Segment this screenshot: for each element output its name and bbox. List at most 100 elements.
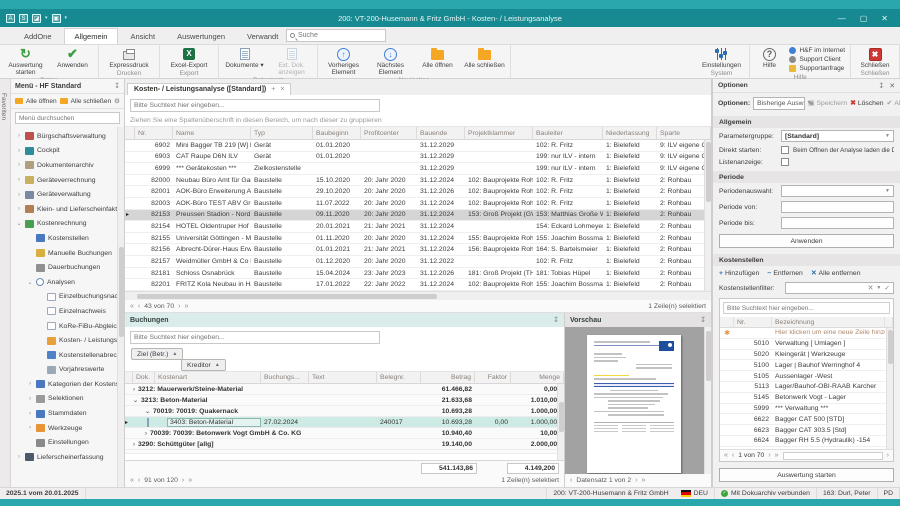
column-header[interactable]: Nr.: [135, 127, 173, 140]
group-row[interactable]: ⌄3213: Beton-Material 21.633,681.010,000: [125, 395, 564, 406]
sidebar-tree-item[interactable]: › Werkzeuge: [11, 421, 124, 436]
excel-export-button[interactable]: X Excel-Export: [162, 45, 216, 70]
apply-filter-icon[interactable]: ✓: [884, 284, 890, 293]
anwenden-button[interactable]: Anwenden: [719, 234, 894, 248]
subgroup-row[interactable]: ⌄70019: 70019: Quakernack 10.693,281.000…: [125, 406, 564, 417]
maximize-button[interactable]: ▢: [860, 14, 868, 23]
subgroup-row[interactable]: ›70039: 70039: Betonwerk Vogt GmbH & Co.…: [125, 428, 564, 439]
sidebar-tree-item[interactable]: › Stammdaten: [11, 406, 124, 421]
table-row[interactable]: 82154 HOTEL Oldentruper Hof - N... Baust…: [125, 221, 711, 233]
pager-first-icon[interactable]: «: [130, 477, 134, 484]
sidebar-tree-item[interactable]: Manuelle Buchungen: [11, 246, 124, 261]
sidebar-tree-item[interactable]: Einzelnachweis: [11, 304, 124, 319]
support-client-button[interactable]: Support Client: [789, 56, 845, 63]
pager-next-icon[interactable]: ›: [178, 303, 180, 310]
grid-search[interactable]: [130, 99, 380, 112]
pager-filterbox[interactable]: [783, 452, 883, 460]
expander-icon[interactable]: ›: [16, 162, 22, 168]
ribbon-tab[interactable]: Auswertungen: [167, 29, 235, 44]
sidebar-search[interactable]: [15, 112, 120, 124]
expander-icon[interactable]: ›: [27, 396, 33, 402]
kostenstellen-row[interactable]: 5020 Kleingerät | Werkzeuge: [720, 350, 893, 361]
group-chip-kreditor[interactable]: Kreditor▲: [181, 359, 226, 371]
periodenauswahl-dropdown[interactable]: ▼: [781, 185, 894, 197]
kostenstellen-scrollbar[interactable]: [886, 328, 893, 449]
hinzufuegen-button[interactable]: +Hinzufügen: [719, 270, 759, 277]
column-header[interactable]: Typ: [251, 127, 313, 140]
table-row[interactable]: 82181 Schloss Osnabrück Baustelle 15.04.…: [125, 268, 711, 280]
sidebar-tree-item[interactable]: Vorjahreswerte: [11, 363, 124, 378]
preset-dropdown[interactable]: Bisherige Ausw▼: [753, 97, 805, 110]
expander-icon[interactable]: ⌄: [27, 279, 33, 286]
save-icon[interactable]: ▣: [52, 14, 61, 23]
sidebar-tree-item[interactable]: ⌄ Kostenrechnung: [11, 217, 124, 232]
dokumente-button[interactable]: Dokumente ▾: [221, 45, 268, 77]
pager-first-icon[interactable]: «: [724, 452, 728, 459]
add-tab-icon[interactable]: +: [271, 86, 275, 93]
periode-bis-input[interactable]: [781, 217, 894, 229]
column-header[interactable]: Bauende: [417, 127, 465, 140]
table-row[interactable]: 82156 Albrecht-Dürer-Haus Erweit... Baus…: [125, 244, 711, 256]
ribbon-tab[interactable]: Ansicht: [120, 29, 165, 44]
column-header[interactable]: Nr.: [734, 317, 772, 328]
column-header[interactable]: Projektklammer: [465, 127, 533, 140]
pin-icon[interactable]: ↧: [878, 82, 884, 90]
pager-next-icon[interactable]: ›: [635, 477, 637, 484]
column-header[interactable]: Kostenart: [155, 372, 261, 384]
pager-prev-icon[interactable]: ‹: [570, 477, 572, 484]
sidebar-tree-item[interactable]: › Dokumentenarchiv: [11, 158, 124, 173]
sidebar-tree-item[interactable]: Kostenstellen: [11, 231, 124, 246]
table-row[interactable]: 6999 *** Gerätekosten *** Zielkostenstel…: [125, 163, 711, 175]
table-row[interactable]: 6903 CAT Raupe D6N ILV Gerät 01.01.2020 …: [125, 152, 711, 164]
grid-scrollbar[interactable]: [704, 140, 711, 291]
sidebar-tree-item[interactable]: › Klein- und Lieferscheinfaktura: [11, 202, 124, 217]
sidebar-tree-item[interactable]: Dauerbuchungen: [11, 260, 124, 275]
close-panel-icon[interactable]: ✕: [889, 82, 895, 90]
expander-icon[interactable]: ›: [16, 192, 22, 198]
pager-last-icon[interactable]: »: [641, 477, 645, 484]
column-header[interactable]: Profitcenter: [361, 127, 417, 140]
open-dropdown-icon[interactable]: ▾: [45, 15, 48, 21]
buchungen-scrollbar[interactable]: [557, 384, 564, 460]
ribbon-search[interactable]: [286, 29, 386, 42]
expander-icon[interactable]: ›: [16, 454, 22, 460]
expander-icon[interactable]: ›: [16, 206, 22, 212]
kostenstellen-row[interactable]: 5010 Verwaltung [ Umlagen ]: [720, 339, 893, 350]
column-header[interactable]: Name: [173, 127, 251, 140]
column-header[interactable]: Text: [309, 372, 377, 384]
supportanfrage-button[interactable]: Supportanfrage: [789, 65, 845, 72]
sidebar-tree-item[interactable]: ⌄ Analysen: [11, 275, 124, 290]
minimize-button[interactable]: —: [838, 14, 846, 23]
direkt-starten-checkbox[interactable]: [781, 146, 789, 154]
sidebar-tree-item[interactable]: › Cockpit: [11, 144, 124, 159]
alle-oeffnen-button[interactable]: Alle öffnen: [414, 45, 461, 77]
grid-hscrollbar[interactable]: [125, 291, 711, 300]
pager-next-icon[interactable]: ›: [182, 477, 184, 484]
sidebar-open-all-button[interactable]: Alle öffnen: [26, 98, 57, 105]
column-header[interactable]: Niederlassung: [603, 127, 657, 140]
language-indicator[interactable]: DEU: [675, 488, 715, 499]
favorites-side-tab[interactable]: Favoriten: [0, 79, 11, 487]
hilfe-button[interactable]: ? Hilfe: [752, 45, 786, 74]
group-row[interactable]: ›3290: Schüttgüter [allg] 19.140,002.000…: [125, 439, 564, 450]
pin-icon[interactable]: ↧: [553, 316, 559, 324]
column-header[interactable]: Menge: [511, 372, 564, 384]
kostenstellen-search[interactable]: [723, 302, 890, 314]
pager-prev-icon[interactable]: ‹: [138, 303, 140, 310]
kostenstellen-row[interactable]: 5100 Lager | Bauhof Werringhof 4: [720, 360, 893, 371]
column-header[interactable]: Sparte: [657, 127, 711, 140]
table-row[interactable]: 82001 AOK-Büro Erweiterung Abs... Bauste…: [125, 186, 711, 198]
anwenden-button[interactable]: ✔ Anwenden: [49, 45, 96, 77]
buchungen-search[interactable]: [130, 331, 380, 344]
document-tab[interactable]: Kosten- / Leistungsanalyse ([Standard]) …: [127, 83, 291, 95]
expander-icon[interactable]: ›: [27, 425, 33, 431]
naechstes-element-button[interactable]: ↓ Nächstes Element: [367, 45, 414, 77]
kostenstellen-search-input[interactable]: [727, 305, 886, 312]
sidebar-tree-item[interactable]: › Bürgschaftsverwaltung: [11, 129, 124, 144]
preview-area[interactable]: [565, 327, 711, 474]
alle-schliessen-button[interactable]: Alle schließen: [461, 45, 508, 77]
expressdruck-button[interactable]: Expressdruck: [101, 45, 157, 70]
kostenstellen-row[interactable]: 6622 Bagger CAT 500 [STD]: [720, 414, 893, 425]
app-icon-b[interactable]: S: [19, 14, 28, 23]
expander-icon[interactable]: ›: [16, 133, 22, 139]
